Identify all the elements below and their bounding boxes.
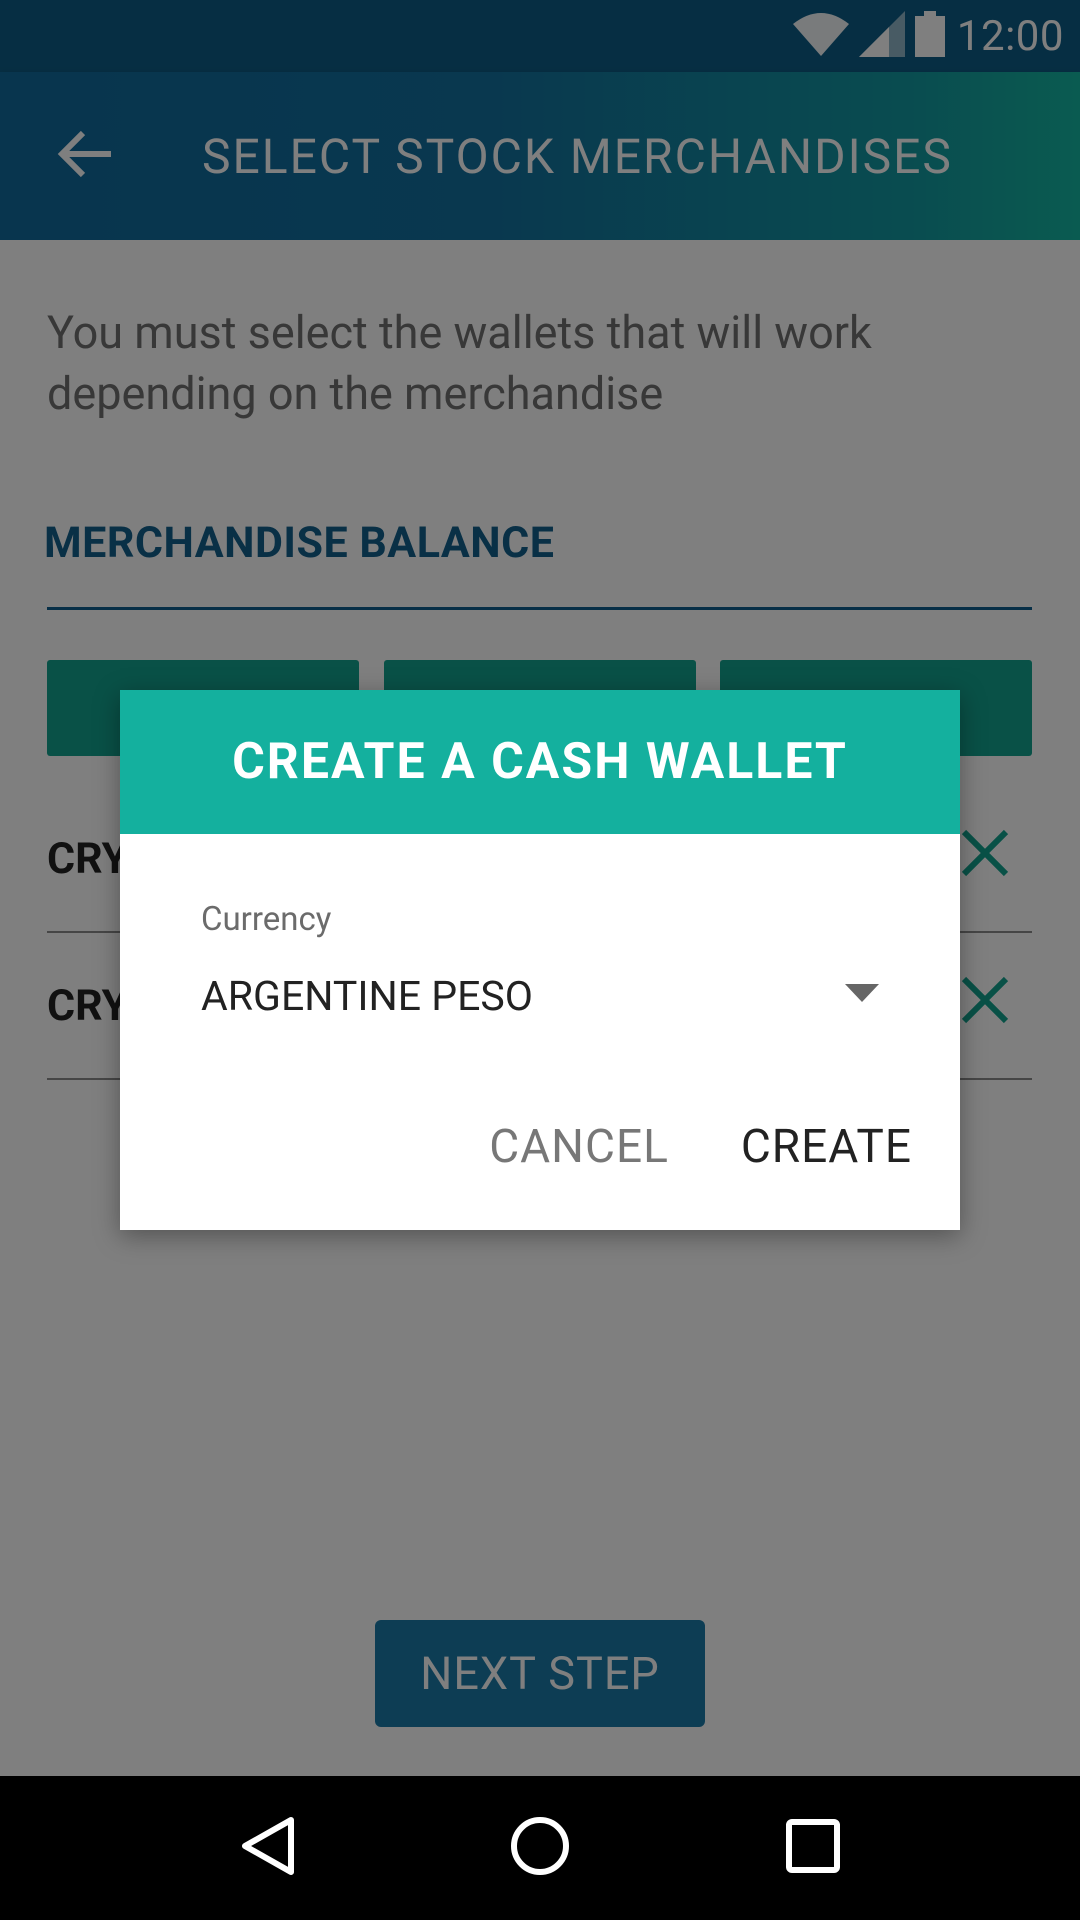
cancel-button[interactable]: CANCEL [489, 1120, 669, 1174]
home-nav-button[interactable] [490, 1798, 590, 1898]
create-button[interactable]: CREATE [741, 1120, 912, 1174]
currency-select[interactable]: ARGENTINE PESO [201, 962, 891, 1032]
circle-home-icon [510, 1816, 570, 1880]
currency-value: ARGENTINE PESO [201, 973, 533, 1021]
triangle-back-icon [239, 1816, 295, 1880]
create-wallet-dialog: CREATE A CASH WALLET Currency ARGENTINE … [120, 690, 960, 1230]
dialog-actions: CANCEL CREATE [489, 1120, 912, 1174]
navigation-bar [0, 1776, 1080, 1920]
square-recents-icon [785, 1818, 841, 1878]
currency-label: Currency [201, 900, 332, 939]
recents-nav-button[interactable] [763, 1798, 863, 1898]
back-nav-button[interactable] [217, 1798, 317, 1898]
dropdown-arrow-icon [845, 984, 879, 1008]
dialog-title: CREATE A CASH WALLET [120, 690, 960, 834]
